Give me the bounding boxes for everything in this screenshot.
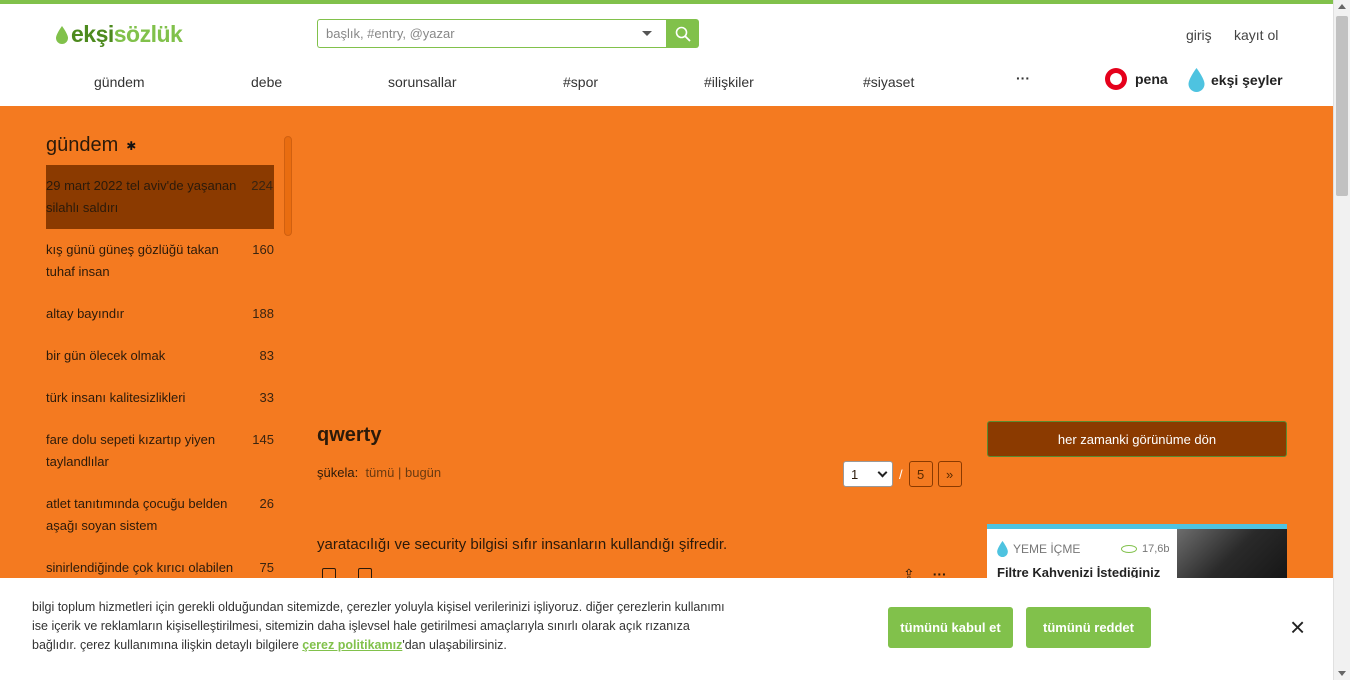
sukela-label: şükela: [317, 465, 359, 480]
logo[interactable]: ekşi sözlük [56, 21, 183, 48]
card-views: 17,6b [1121, 543, 1170, 555]
sukela-all-link[interactable]: tümü [365, 465, 394, 480]
sidebar-topic[interactable]: 29 mart 2022 tel aviv'de yaşanan silahlı… [46, 165, 274, 229]
sidebar-topic[interactable]: kış günü güneş gözlüğü takan tuhaf insan… [46, 229, 274, 293]
card-views-count: 17,6b [1142, 543, 1170, 555]
chevron-down-icon [877, 467, 888, 477]
pagination: 1 / 5 » [843, 461, 967, 487]
header: ekşi sözlük başlık, #entry, @yazar giriş … [0, 4, 1333, 106]
sidebar-topic[interactable]: bir gün ölecek olmak 83 [46, 335, 274, 377]
eksi-seyler-label: ekşi şeyler [1211, 72, 1283, 88]
nav-sorunsallar[interactable]: sorunsallar [388, 74, 456, 90]
topic-count: 26 [259, 496, 274, 511]
reject-all-button[interactable]: tümünü reddet [1026, 607, 1151, 648]
pena-label: pena [1135, 71, 1168, 87]
topic-title-heading[interactable]: qwerty [317, 424, 381, 447]
last-page-button[interactable]: 5 [908, 461, 933, 487]
logo-prefix: ekşi [71, 21, 114, 47]
classic-view-button[interactable]: her zamanki görünüme dön [987, 421, 1287, 457]
nav-iliskiler[interactable]: #ilişkiler [704, 74, 754, 90]
drop-icon [1188, 68, 1205, 92]
cookie-text: bilgi toplum hizmetleri için gerekli old… [32, 598, 732, 655]
scroll-down-icon[interactable] [1338, 671, 1346, 676]
drop-icon [56, 25, 68, 44]
topic-title: atlet tanıtımında çocuğu belden aşağı so… [46, 496, 228, 533]
entry-content: yaratacılığı ve security bilgisi sıfır i… [317, 536, 728, 553]
cookie-text-end: 'dan ulaşabilirsiniz. [402, 638, 507, 652]
chevron-down-icon[interactable] [642, 31, 652, 36]
topic-count: 145 [252, 432, 274, 447]
topic-title: bir gün ölecek olmak [46, 348, 166, 363]
accept-all-button[interactable]: tümünü kabul et [888, 607, 1013, 648]
close-icon[interactable]: × [1290, 614, 1305, 640]
sidebar: gündem ✱ 29 mart 2022 tel aviv'de yaşana… [46, 134, 286, 589]
sukela-today-link[interactable]: bugün [405, 465, 441, 480]
card-category-label: YEME İÇME [1013, 542, 1081, 556]
nav-more-button[interactable]: ··· [1016, 70, 1030, 86]
nav-siyaset[interactable]: #siyaset [863, 74, 914, 90]
logo-suffix: sözlük [113, 21, 183, 47]
page-select[interactable]: 1 [843, 461, 893, 487]
topic-count: 160 [252, 242, 274, 257]
sidebar-scrollbar[interactable] [284, 136, 292, 236]
cookie-policy-link[interactable]: çerez politikamız [302, 638, 402, 652]
topic-title: sinirlendiğinde çok kırıcı olabilen [46, 560, 234, 575]
topic-count: 224 [251, 178, 273, 193]
search-placeholder: başlık, #entry, @yazar [326, 26, 455, 41]
login-link[interactable]: giriş [1186, 27, 1212, 43]
pena-icon [1105, 68, 1127, 90]
search-input[interactable]: başlık, #entry, @yazar [317, 19, 666, 48]
topic-title: 29 mart 2022 tel aviv'de yaşanan silahlı… [46, 178, 237, 215]
register-link[interactable]: kayıt ol [1234, 27, 1278, 43]
topic-title: kış günü güneş gözlüğü takan tuhaf insan [46, 242, 219, 279]
nav-debe[interactable]: debe [251, 74, 282, 90]
sidebar-topic[interactable]: altay bayındır 188 [46, 293, 274, 335]
topic-title: altay bayındır [46, 306, 125, 321]
search-bar: başlık, #entry, @yazar [317, 19, 699, 48]
search-button[interactable] [666, 19, 699, 48]
scroll-up-icon[interactable] [1338, 4, 1346, 9]
sidebar-topic[interactable]: atlet tanıtımında çocuğu belden aşağı so… [46, 483, 274, 547]
topic-title: fare dolu sepeti kızartıp yiyen taylandl… [46, 432, 216, 469]
sidebar-topic[interactable]: türk insanı kalitesizlikleri 33 [46, 377, 274, 419]
search-icon [675, 26, 691, 42]
page-current: 1 [851, 466, 859, 482]
topic-count: 83 [259, 348, 274, 363]
cookie-banner: bilgi toplum hizmetleri için gerekli old… [0, 578, 1333, 680]
sidebar-topic[interactable]: fare dolu sepeti kızartıp yiyen taylandl… [46, 419, 274, 483]
topic-count: 188 [252, 306, 274, 321]
eksi-seyler-link[interactable]: ekşi şeyler [1188, 68, 1283, 92]
nav-gundem[interactable]: gündem [94, 74, 145, 90]
topic-count: 75 [259, 560, 274, 575]
sidebar-heading: gündem ✱ [46, 134, 286, 157]
next-page-button[interactable]: » [937, 461, 962, 487]
sidebar-title: gündem [46, 134, 119, 156]
page-scrollbar[interactable] [1333, 0, 1350, 680]
card-category: YEME İÇME [997, 541, 1080, 557]
nav-spor[interactable]: #spor [563, 74, 598, 90]
page-separator: / [899, 466, 903, 482]
views-icon [1121, 545, 1137, 553]
sukela-filter: şükela: tümü | bugün [317, 465, 441, 480]
drop-icon [997, 541, 1008, 557]
pena-link[interactable]: pena [1105, 68, 1168, 90]
scrollbar-thumb[interactable] [1336, 16, 1348, 196]
sukela-separator: | [397, 465, 402, 480]
topic-title: türk insanı kalitesizlikleri [46, 390, 186, 405]
gear-icon[interactable]: ✱ [126, 139, 136, 153]
topic-count: 33 [259, 390, 274, 405]
